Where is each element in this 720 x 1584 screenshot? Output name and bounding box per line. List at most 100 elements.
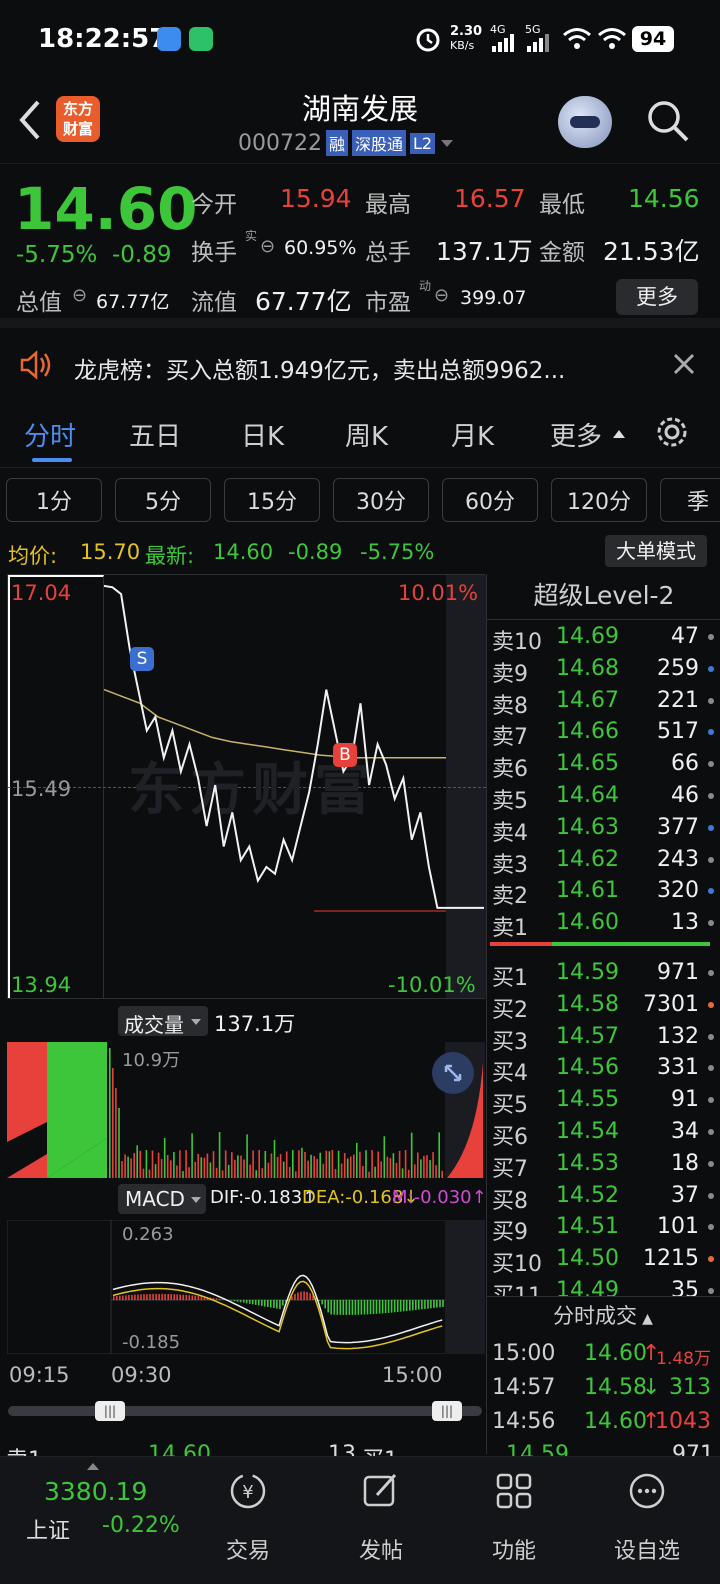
macd-bar — [390, 1300, 393, 1313]
index-change: -0.22% — [102, 1513, 180, 1538]
buy-level-row[interactable]: 买7 14.53 18 — [492, 1148, 717, 1182]
macd-bar — [375, 1300, 378, 1314]
buy-level-label: 买2 — [492, 997, 528, 1023]
buy-level-price: 14.52 — [556, 1182, 619, 1208]
index-name: 上证 — [26, 1519, 71, 1544]
buy-level-row[interactable]: 买1 14.59 971 — [492, 957, 717, 991]
buy-level-volume: 91 — [671, 1087, 699, 1113]
buy-level-price: 14.51 — [556, 1214, 619, 1240]
order-flag-dot — [708, 1160, 714, 1167]
macd-bar — [360, 1300, 363, 1315]
buy-level-volume: 7301 — [643, 991, 699, 1017]
trade-volume: 1043 — [655, 1409, 711, 1434]
buy-level-row[interactable]: 买6 14.54 34 — [492, 1116, 717, 1150]
macd-bar — [258, 1300, 260, 1306]
nav-add-watchlist[interactable]: 设自选 — [597, 1457, 697, 1584]
macd-bar — [116, 1296, 118, 1300]
macd-bar — [415, 1300, 417, 1310]
time-start: 09:15 — [9, 1363, 70, 1387]
order-flag-dot — [708, 1224, 714, 1231]
buy-level-row[interactable]: 买10 14.50 1215 — [492, 1243, 717, 1278]
time-end: 15:00 — [382, 1363, 443, 1387]
macd-bar — [369, 1300, 372, 1315]
macd-bar — [330, 1300, 332, 1315]
macd-bar — [261, 1300, 263, 1306]
macd-bar — [230, 1300, 233, 1301]
macd-bar — [236, 1300, 239, 1302]
trade-arrow: ↓ — [642, 1375, 661, 1400]
macd-bar — [125, 1295, 127, 1300]
range-scrollbar[interactable] — [8, 1406, 482, 1416]
macd-bar — [430, 1300, 432, 1309]
nav-functions-label: 功能 — [491, 1539, 536, 1564]
screen: { "status_bar": {"time": "18:22:57", "ne… — [0, 0, 720, 1584]
buy-level-price: 14.54 — [556, 1119, 619, 1144]
buy-level-label: 买7 — [492, 1156, 528, 1182]
macd-bar — [122, 1295, 124, 1300]
buy-level-label: 买4 — [492, 1061, 528, 1087]
buy-level-label: 买5 — [492, 1093, 528, 1119]
index-value: 3380.19 — [44, 1477, 148, 1506]
buy-level-volume: 971 — [657, 960, 699, 985]
buy-levels: 买1 14.59 971 买2 14.58 7301 买3 14.57 132 买4 14.56 33… — [0, 0, 720, 1296]
trades-title: 分时成交 — [553, 1304, 638, 1328]
order-flag-dot — [708, 1192, 714, 1199]
macd-bar — [439, 1300, 441, 1308]
buy-level-price: 14.58 — [556, 991, 619, 1017]
buy-level-label: 买1 — [492, 966, 528, 991]
macd-bar — [427, 1300, 429, 1309]
macd-bar — [442, 1300, 444, 1307]
buy-level-price: 14.50 — [556, 1246, 619, 1272]
macd-bar — [433, 1300, 435, 1308]
nav-post[interactable]: 发帖 — [331, 1457, 431, 1584]
buy-level-label: 买10 — [492, 1252, 542, 1278]
macd-bar — [242, 1300, 245, 1303]
macd-bar — [215, 1298, 218, 1300]
grid-icon — [496, 1473, 532, 1509]
trades-header[interactable]: 分时成交 ▲ — [486, 1296, 720, 1336]
order-flag-dot — [708, 1256, 714, 1263]
bottom-nav: 3380.19 上证 -0.22% ¥ 交易 发帖 功能 设自选 — [0, 1456, 720, 1584]
buy-level-row[interactable]: 买8 14.52 37 — [492, 1180, 717, 1214]
macd-bar — [276, 1300, 278, 1309]
macd-bar — [233, 1300, 236, 1302]
trade-price: 14.58 — [584, 1375, 647, 1400]
macd-bar — [345, 1300, 348, 1315]
time-axis: 09:15 09:30 15:00 ||| ||| — [0, 1360, 485, 1426]
index-ticker[interactable]: 3380.19 上证 -0.22% — [0, 1457, 200, 1584]
trade-row: 14:57 14.58 ↓ 313 — [492, 1372, 717, 1404]
nav-functions[interactable]: 功能 — [464, 1457, 564, 1584]
macd-bar — [354, 1300, 357, 1315]
nav-trade[interactable]: ¥ 交易 — [198, 1457, 298, 1584]
nav-post-label: 发帖 — [358, 1539, 403, 1564]
trade-time: 14:57 — [492, 1375, 556, 1400]
range-handle-left[interactable]: ||| — [95, 1401, 125, 1421]
trade-volume: 313 — [669, 1375, 711, 1400]
macd-bar — [357, 1300, 360, 1315]
buy-level-volume: 101 — [657, 1214, 699, 1240]
trade-row: 14:56 14.60 ↑ 1043 — [492, 1406, 717, 1438]
buy-level-row[interactable]: 买5 14.55 91 — [492, 1084, 717, 1119]
order-flag-dot — [708, 1033, 714, 1040]
nav-add-watchlist-label: 设自选 — [613, 1539, 680, 1564]
macd-bar — [113, 1296, 115, 1300]
macd-bar — [239, 1300, 242, 1303]
buy-level-volume: 18 — [671, 1150, 699, 1176]
buy-level-volume: 34 — [671, 1119, 699, 1144]
macd-bar — [342, 1300, 345, 1315]
buy-level-row[interactable]: 买3 14.57 132 — [492, 1021, 717, 1055]
edit-icon — [363, 1473, 397, 1507]
macd-bar — [218, 1298, 221, 1300]
buy-level-row[interactable]: 买9 14.51 101 — [492, 1211, 717, 1245]
macd-bar — [378, 1300, 381, 1314]
macd-bar — [409, 1300, 411, 1311]
buy-level-row[interactable]: 买4 14.56 331 — [492, 1052, 717, 1087]
range-handle-right[interactable]: ||| — [432, 1401, 462, 1421]
macd-bar — [339, 1300, 342, 1315]
macd-bar — [393, 1300, 396, 1313]
buy-level-row[interactable]: 买11 14.49 35 — [492, 1275, 717, 1296]
buy-level-volume: 132 — [657, 1023, 699, 1049]
time-open: 09:30 — [111, 1363, 172, 1387]
nav-trade-label: 交易 — [225, 1539, 270, 1564]
buy-level-row[interactable]: 买2 14.58 7301 — [492, 989, 717, 1023]
